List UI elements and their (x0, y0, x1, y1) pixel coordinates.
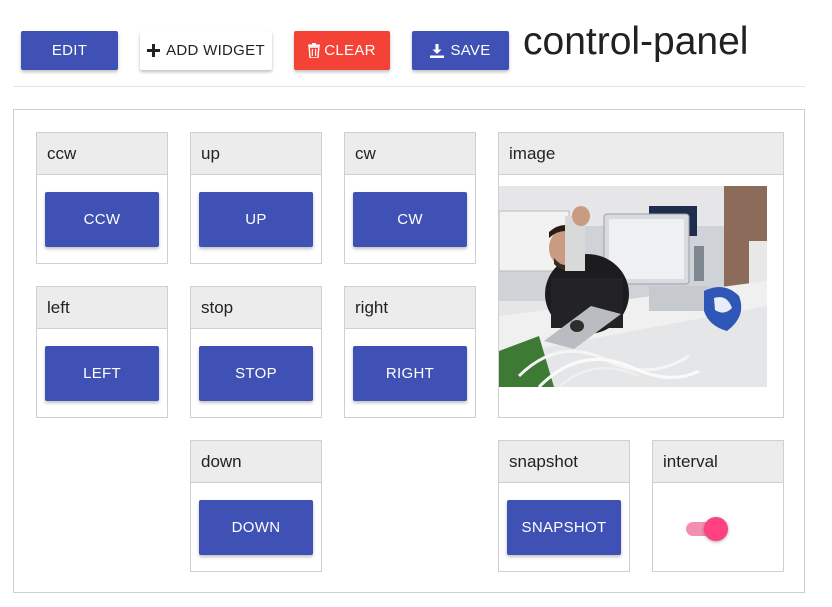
widget-left-title: left (37, 287, 167, 329)
up-button[interactable]: UP (199, 192, 313, 247)
clear-button[interactable]: CLEAR (294, 31, 390, 70)
widget-cw: cw CW (344, 132, 476, 264)
widget-ccw: ccw CCW (36, 132, 168, 264)
snapshot-button[interactable]: SNAPSHOT (507, 500, 621, 555)
widget-down: down DOWN (190, 440, 322, 572)
camera-image (499, 186, 767, 387)
download-icon (430, 43, 445, 58)
ccw-button[interactable]: CCW (45, 192, 159, 247)
widget-cw-title: cw (345, 133, 475, 175)
widget-snapshot-title: snapshot (499, 441, 629, 483)
toggle-thumb (704, 517, 728, 541)
right-button[interactable]: RIGHT (353, 346, 467, 401)
widget-ccw-title: ccw (37, 133, 167, 175)
widget-right: right RIGHT (344, 286, 476, 418)
plus-icon (147, 44, 161, 57)
widget-interval: interval (652, 440, 784, 572)
cw-button[interactable]: CW (353, 192, 467, 247)
trash-icon (308, 43, 321, 58)
add-widget-button-label: ADD WIDGET (166, 42, 265, 59)
widget-snapshot: snapshot SNAPSHOT (498, 440, 630, 572)
widget-left: left LEFT (36, 286, 168, 418)
widget-up-title: up (191, 133, 321, 175)
interval-toggle[interactable] (686, 516, 728, 542)
header-divider (13, 86, 805, 87)
save-button-label: SAVE (450, 42, 491, 59)
left-button[interactable]: LEFT (45, 346, 159, 401)
down-button[interactable]: DOWN (199, 500, 313, 555)
widget-stop-title: stop (191, 287, 321, 329)
widget-interval-title: interval (653, 441, 783, 483)
save-button[interactable]: SAVE (412, 31, 509, 70)
widget-down-title: down (191, 441, 321, 483)
widget-panel: ccw CCW up UP cw CW image left LEFT stop… (13, 109, 805, 593)
page-title: control-panel (523, 20, 749, 63)
widget-image: image (498, 132, 784, 418)
widget-stop: stop STOP (190, 286, 322, 418)
widget-up: up UP (190, 132, 322, 264)
edit-button[interactable]: EDIT (21, 31, 118, 70)
edit-button-label: EDIT (51, 42, 88, 59)
add-widget-button[interactable]: ADD WIDGET (140, 31, 272, 70)
widget-image-title: image (499, 133, 783, 175)
clear-button-label: CLEAR (324, 42, 376, 59)
stop-button[interactable]: STOP (199, 346, 313, 401)
widget-right-title: right (345, 287, 475, 329)
